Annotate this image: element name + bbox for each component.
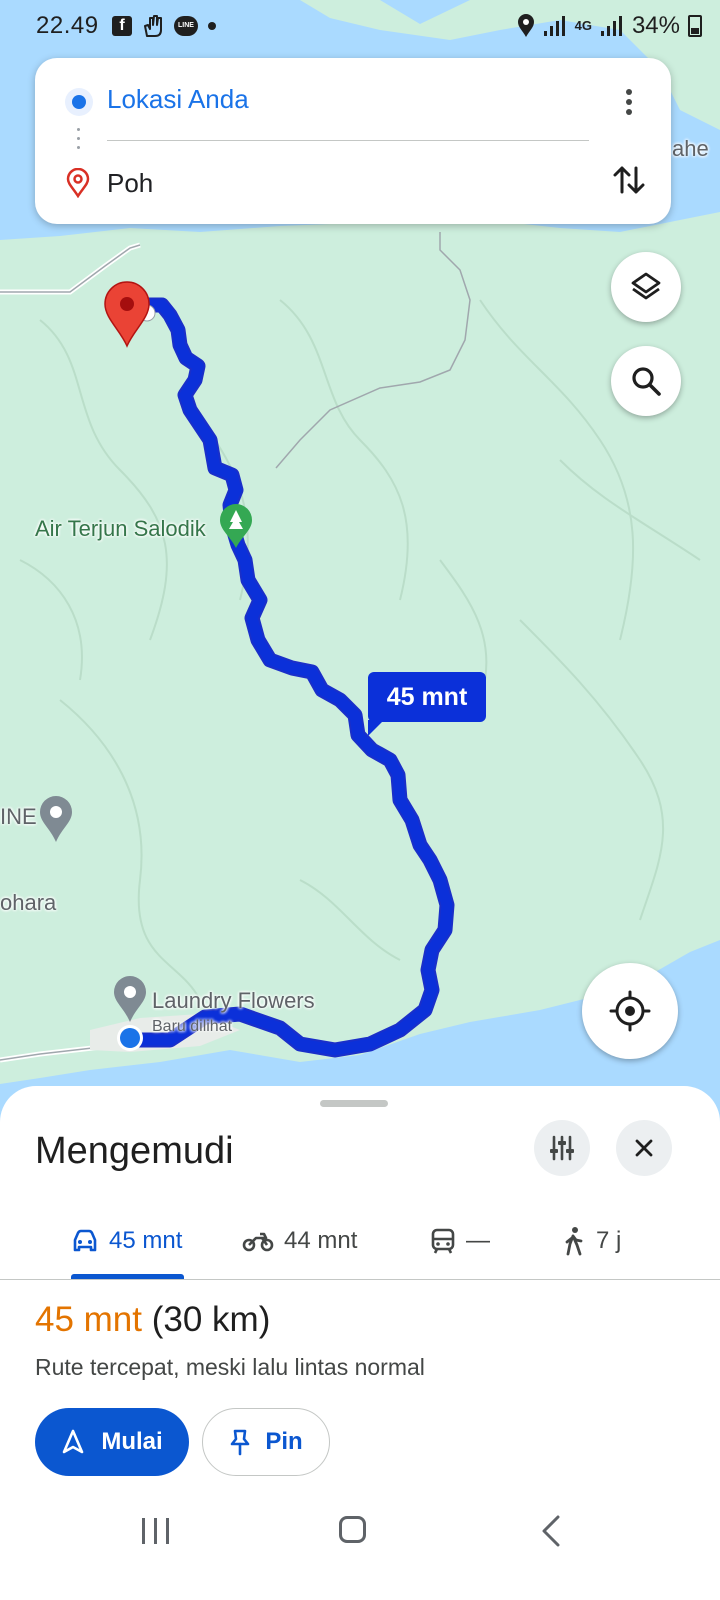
location-icon (517, 14, 534, 37)
search-along-route-button[interactable] (611, 346, 681, 416)
sheet-drag-handle[interactable] (320, 1100, 388, 1107)
pin-label: Pin (265, 1428, 303, 1455)
tab-walking-label: 7 j (596, 1227, 622, 1254)
navigation-arrow-icon (63, 1429, 84, 1454)
sheet-title: Mengemudi (35, 1130, 234, 1172)
destination-pin-icon (66, 168, 90, 198)
map-label-partial[interactable]: ahe (672, 136, 709, 162)
route-note: Rute tercepat, meski lalu lintas normal (35, 1354, 425, 1380)
route-summary: 45 mnt (30 km) (35, 1300, 270, 1340)
signal-icon (600, 16, 622, 36)
start-navigation-button[interactable]: Mulai (35, 1408, 189, 1476)
origin-field[interactable]: Lokasi Anda (107, 84, 249, 115)
map-label-waterfall[interactable]: Air Terjun Salodik (35, 516, 206, 542)
tab-driving-label: 45 mnt (109, 1227, 183, 1254)
travel-mode-tabs: 45 mnt 44 mnt — 7 j (0, 1202, 720, 1280)
tab-motorcycle[interactable]: 44 mnt (242, 1202, 357, 1280)
active-tab-indicator (71, 1274, 184, 1279)
line-icon: LINE (174, 16, 198, 36)
tab-driving[interactable]: 45 mnt (71, 1202, 182, 1280)
layers-icon (631, 272, 661, 300)
tab-transit[interactable]: — (430, 1202, 490, 1280)
route-distance: (30 km) (151, 1300, 271, 1339)
map-label-laundry[interactable]: Laundry Flowers (152, 988, 315, 1014)
back-button[interactable] (540, 1514, 562, 1548)
dot-icon (208, 22, 216, 30)
origin-dot-icon (65, 88, 93, 116)
directions-card: Lokasi Anda Poh (35, 58, 671, 224)
walk-icon (565, 1227, 583, 1256)
status-bar: 22.49 f LINE 4G 34% (0, 0, 720, 52)
map-label-partial[interactable]: ohara (0, 890, 56, 916)
crosshair-icon (609, 990, 651, 1032)
home-button[interactable] (339, 1516, 366, 1543)
network-type: 4G (574, 18, 592, 33)
hand-icon (144, 15, 162, 37)
tab-walking[interactable]: 7 j (562, 1202, 621, 1280)
system-nav-bar (0, 1490, 720, 1570)
pushpin-icon (231, 1429, 250, 1456)
layers-button[interactable] (611, 252, 681, 322)
route-connector-icon (77, 128, 81, 156)
close-button[interactable] (616, 1120, 672, 1176)
tune-icon (550, 1135, 574, 1161)
route-duration: 45 mnt (35, 1300, 142, 1339)
search-icon (632, 367, 661, 396)
tab-motorcycle-label: 44 mnt (284, 1227, 358, 1254)
map-label-partial[interactable]: INE (0, 804, 37, 830)
recent-apps-button[interactable] (142, 1518, 169, 1544)
swap-icon[interactable] (609, 160, 649, 200)
battery-percent: 34% (631, 12, 680, 39)
pin-button[interactable]: Pin (202, 1408, 330, 1476)
route-options-button[interactable] (534, 1120, 590, 1176)
destination-field[interactable]: Poh (107, 168, 153, 199)
facebook-icon: f (112, 16, 132, 36)
route-eta-bubble[interactable]: 45 mnt (368, 672, 486, 736)
my-location-button[interactable] (582, 963, 678, 1059)
map-label-laundry-sub: Baru dilihat (152, 1018, 233, 1035)
signal-icon (543, 16, 565, 36)
motorcycle-icon (242, 1232, 274, 1252)
battery-icon (688, 15, 702, 37)
start-label: Mulai (101, 1428, 163, 1455)
divider (107, 140, 589, 141)
tab-transit-label: — (466, 1227, 490, 1254)
car-icon (73, 1229, 97, 1252)
more-options-button[interactable] (609, 82, 649, 122)
status-time: 22.49 (36, 12, 99, 39)
close-icon (635, 1139, 653, 1157)
transit-icon (431, 1228, 455, 1254)
